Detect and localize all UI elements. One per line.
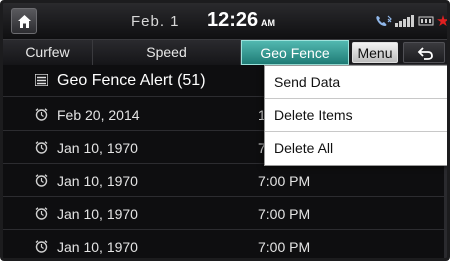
list-item-time: 7:00 PM xyxy=(258,206,311,222)
back-arrow-icon xyxy=(417,47,433,60)
list-item[interactable]: Jan 10, 1970 7:00 PM xyxy=(3,164,447,197)
lte-icon xyxy=(418,16,434,26)
tab-speed[interactable]: Speed xyxy=(93,40,241,65)
alarm-clock-icon xyxy=(35,174,48,187)
tab-bar: Curfew Speed Geo Fence Menu xyxy=(3,39,447,65)
list-item-date: Feb 20, 2014 xyxy=(57,107,140,123)
menu-dropdown: Send Data Delete Items Delete All xyxy=(264,65,447,166)
list-item-date: Jan 10, 1970 xyxy=(57,140,138,156)
list-item[interactable]: Jan 10, 1970 7:00 PM xyxy=(3,197,447,230)
list-icon xyxy=(35,74,48,86)
alarm-clock-icon xyxy=(35,240,48,253)
menu-item-delete-all[interactable]: Delete All xyxy=(265,132,447,165)
list-item-date: Jan 10, 1970 xyxy=(57,173,138,189)
tab-geo-fence[interactable]: Geo Fence xyxy=(241,40,349,65)
bluetooth-phone-icon xyxy=(376,15,392,26)
status-clock: 12:26 xyxy=(207,9,259,31)
list-item[interactable]: Jan 10, 1970 7:00 PM xyxy=(3,230,447,258)
menu-item-send-data[interactable]: Send Data xyxy=(265,66,447,99)
mute-star-icon xyxy=(437,15,447,26)
list-item-date: Jan 10, 1970 xyxy=(57,239,138,255)
list-item-date: Jan 10, 1970 xyxy=(57,206,138,222)
menu-button[interactable]: Menu xyxy=(352,42,398,63)
list-header-label: Geo Fence Alert (51) xyxy=(57,72,206,89)
alarm-clock-icon xyxy=(35,108,48,121)
tab-curfew[interactable]: Curfew xyxy=(3,40,93,65)
signal-bars-icon xyxy=(395,15,414,27)
menu-item-delete-items[interactable]: Delete Items xyxy=(265,99,447,132)
alarm-clock-icon xyxy=(35,141,48,154)
list-item-time: 7:00 PM xyxy=(258,239,311,255)
alarm-clock-icon xyxy=(35,207,48,220)
status-ampm: AM xyxy=(261,18,275,28)
home-icon xyxy=(18,15,31,28)
list-item-time: 7:00 PM xyxy=(258,173,311,189)
status-date: Feb. 1 xyxy=(131,13,180,30)
head-unit-screen: Feb. 1 12:26 AM Curfew Speed Geo Fence M… xyxy=(0,0,450,261)
back-button[interactable] xyxy=(403,42,445,63)
home-button[interactable] xyxy=(11,8,37,34)
status-bar: Feb. 1 12:26 AM xyxy=(3,3,447,39)
